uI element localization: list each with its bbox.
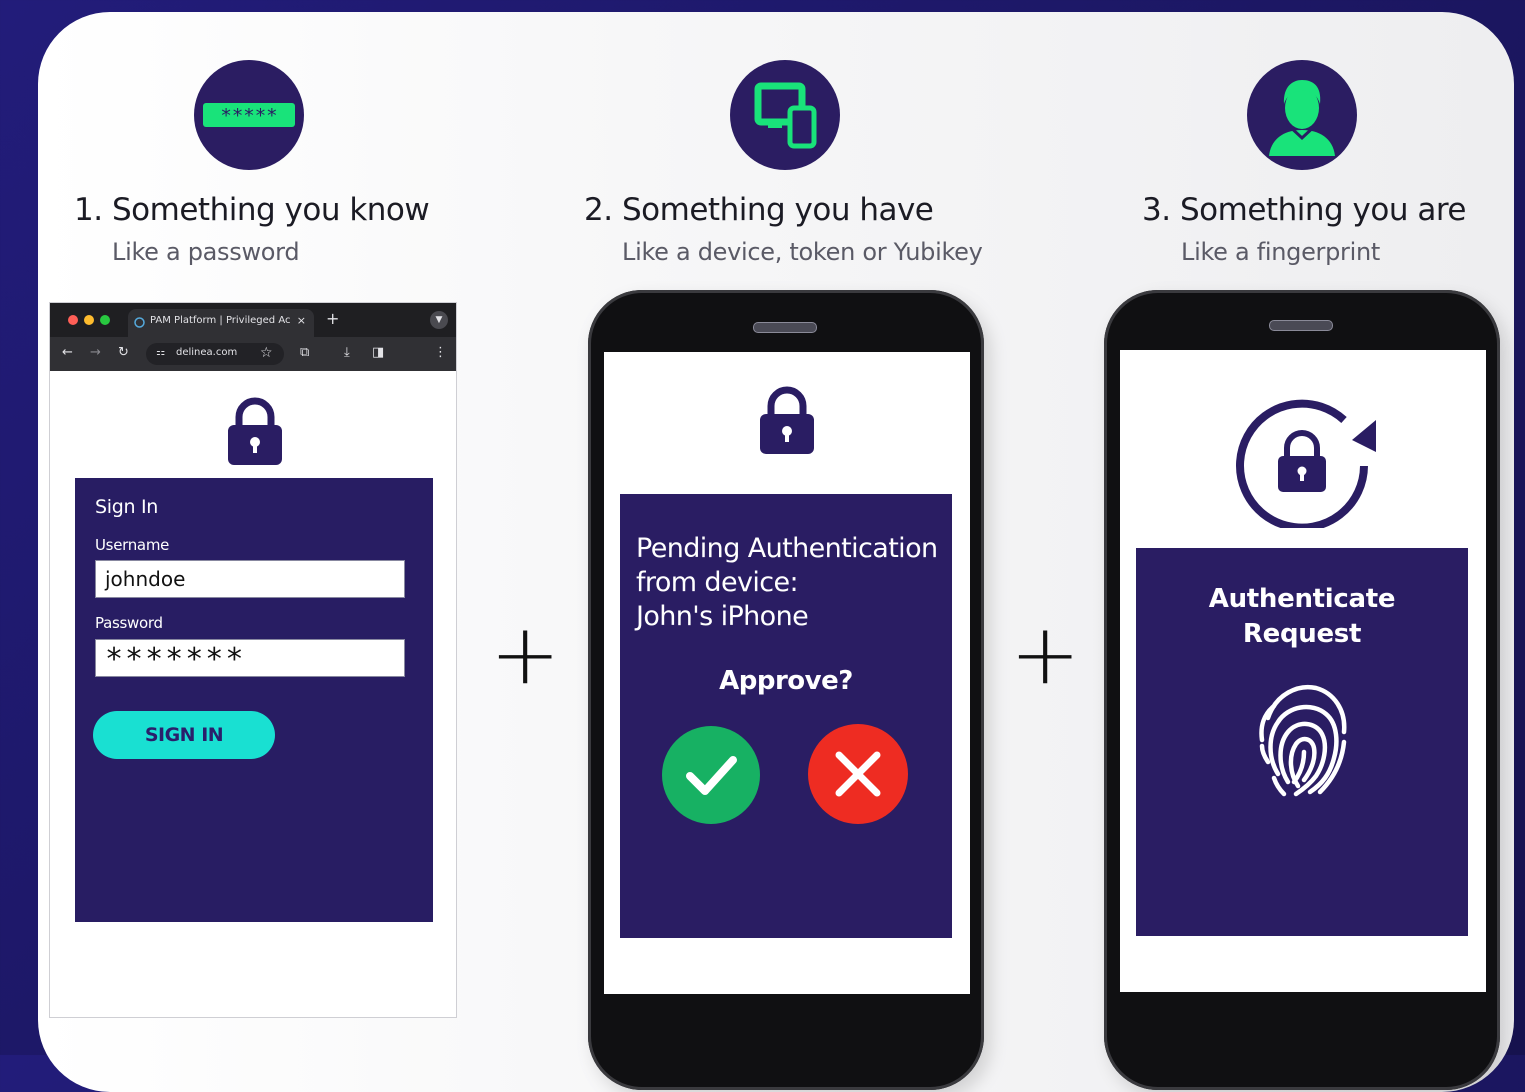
username-label: Username (95, 536, 170, 554)
step-1-heading: 1. Something you know (74, 192, 430, 228)
step-2-title: Something you have (622, 192, 934, 228)
bookmark-star-icon[interactable]: ☆ (260, 345, 273, 361)
sign-in-button[interactable]: SIGN IN (93, 711, 275, 759)
url-text: delinea.com (176, 347, 238, 358)
tab-search-chevron-icon[interactable]: ▼ (430, 311, 448, 329)
pending-line-2: from device: (636, 567, 799, 598)
sign-in-title: Sign In (95, 496, 159, 518)
devices-icon (730, 60, 840, 170)
step-2-number: 2. (584, 192, 613, 228)
reject-button[interactable] (808, 724, 908, 824)
browser-tab[interactable]: PAM Platform | Privileged Acc × (128, 309, 314, 337)
minimize-window-dot[interactable] (84, 315, 94, 325)
sign-in-form: Sign In Username johndoe Password ******… (75, 478, 433, 922)
plus-sign-1: + (490, 605, 561, 703)
close-window-dot[interactable] (68, 315, 78, 325)
step-2-heading: 2. Something you have (584, 192, 934, 228)
password-value: ******* (105, 642, 246, 677)
download-icon[interactable]: ⤓ (344, 345, 350, 360)
password-icon-text: ***** (220, 105, 277, 127)
close-x-icon (835, 751, 881, 797)
fingerprint-icon[interactable] (1254, 678, 1354, 802)
authenticate-request-message: Authenticate Request (1136, 582, 1468, 652)
checkmark-icon (686, 756, 737, 795)
side-panel-icon[interactable]: ◨ (372, 345, 384, 360)
padlock-icon (228, 397, 282, 465)
user-icon (1247, 60, 1357, 170)
step-1-number: 1. (74, 192, 103, 228)
back-arrow-icon[interactable]: ← (62, 345, 73, 360)
padlock-icon (760, 386, 814, 454)
browser-menu-icon[interactable]: ⋮ (434, 345, 447, 360)
step-3-title: Something you are (1180, 192, 1466, 228)
tab-close-icon[interactable]: × (297, 314, 306, 327)
lock-refresh-icon (1236, 399, 1376, 528)
authenticate-request-panel: Authenticate Request (1136, 548, 1468, 936)
tab-title: PAM Platform | Privileged Acc (150, 315, 290, 326)
step-2-subtitle: Like a device, token or Yubikey (622, 238, 983, 266)
password-label: Password (95, 614, 163, 632)
step-1-subtitle: Like a password (112, 238, 300, 266)
auth-line-1: Authenticate (1208, 584, 1396, 614)
auth-line-2: Request (1242, 619, 1362, 649)
approve-question: Approve? (719, 666, 853, 696)
forward-arrow-icon[interactable]: → (90, 345, 101, 360)
pending-auth-panel: Pending Authentication from device: John… (620, 494, 952, 938)
step-3-subtitle: Like a fingerprint (1181, 238, 1380, 266)
pending-auth-message: Pending Authentication from device: John… (636, 532, 938, 634)
pending-line-3: John's iPhone (636, 601, 809, 632)
reload-icon[interactable]: ↻ (118, 345, 129, 360)
password-input[interactable]: ******* (95, 639, 405, 677)
step-3-heading: 3. Something you are (1142, 192, 1466, 228)
device-phone: Pending Authentication from device: John… (588, 290, 984, 1090)
new-tab-icon[interactable]: + (326, 309, 339, 328)
maximize-window-dot[interactable] (100, 315, 110, 325)
approve-button[interactable] (662, 726, 760, 824)
pending-line-1: Pending Authentication (636, 533, 938, 564)
extensions-icon[interactable]: ⧉ (300, 345, 309, 360)
browser-tab-strip: PAM Platform | Privileged Acc × + ▼ (50, 303, 456, 337)
plus-sign-2: + (1010, 605, 1081, 703)
browser-window: PAM Platform | Privileged Acc × + ▼ ← → … (49, 302, 457, 1018)
fingerprint-phone: Authenticate Request (1104, 290, 1500, 1090)
device-phone-screen: Pending Authentication from device: John… (604, 352, 970, 994)
step-1-title: Something you know (112, 192, 430, 228)
phone-speaker (753, 322, 817, 333)
step-3-number: 3. (1142, 192, 1171, 228)
password-field-icon: ***** (194, 60, 304, 170)
fingerprint-phone-screen: Authenticate Request (1120, 350, 1486, 992)
site-settings-icon[interactable]: ⚏ (156, 347, 165, 358)
site-favicon-icon (134, 317, 145, 328)
username-value: johndoe (105, 567, 186, 591)
mfa-diagram-card: ***** 1. Something you know Like a passwo… (38, 12, 1514, 1092)
phone-speaker (1269, 320, 1333, 331)
username-input[interactable]: johndoe (95, 560, 405, 598)
